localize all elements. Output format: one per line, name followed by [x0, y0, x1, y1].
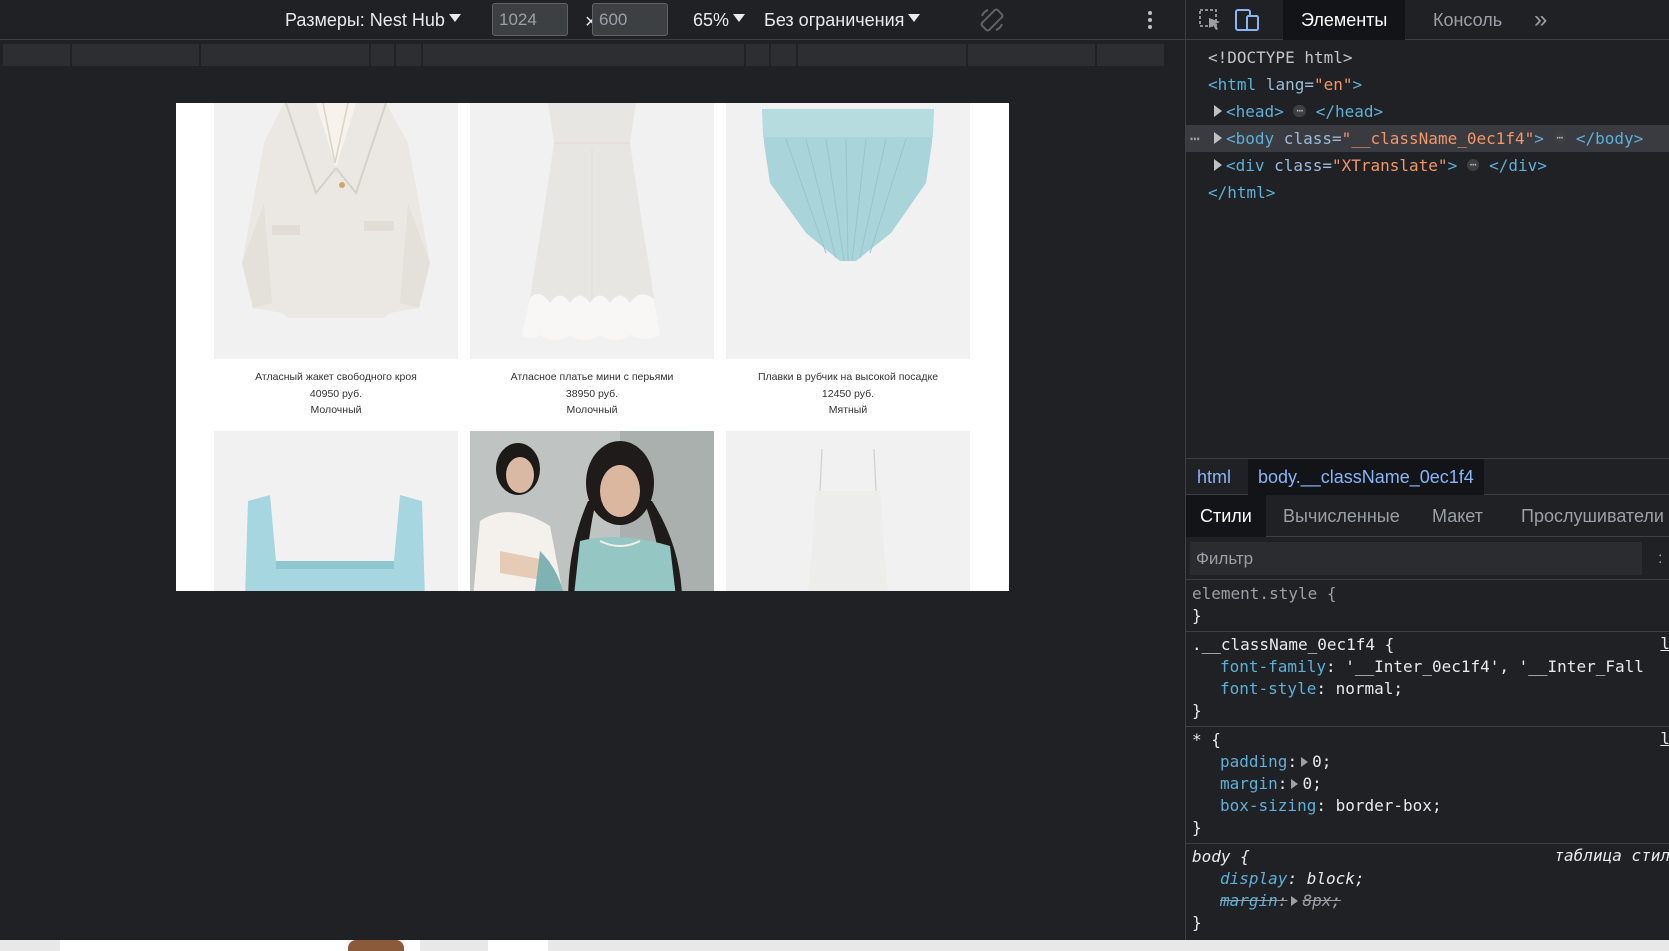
device-select[interactable]: Размеры: Nest Hub [285, 0, 461, 40]
expand-shorthand-icon[interactable] [1301, 756, 1309, 767]
zoom-select[interactable]: 65% [693, 0, 746, 40]
product-price: 12450 руб. [821, 387, 875, 400]
chevron-down-icon [908, 14, 921, 23]
product-image-dress[interactable] [470, 103, 714, 359]
collapsed-content-icon[interactable]: ⋯ [1466, 158, 1480, 171]
styles-tab-bar: Стили Вычисленные Макет Прослушиватели [1186, 495, 1669, 537]
style-property[interactable]: font-family: '__Inter_0ec1f4', '__Inter_… [1192, 656, 1669, 678]
style-property[interactable]: margin: 0; [1192, 773, 1669, 795]
tab-styles[interactable]: Стили [1186, 495, 1266, 537]
expand-shorthand-icon[interactable] [1291, 778, 1299, 789]
style-rule-body[interactable]: таблица стил body { display: block; marg… [1186, 844, 1669, 938]
device-select-label: Размеры: Nest Hub [285, 10, 445, 30]
tab-elements[interactable]: Элементы [1283, 0, 1406, 40]
node-actions-icon[interactable]: ⋯ [1190, 125, 1200, 152]
devtools-tab-bar: Элементы Консоль » [1186, 0, 1669, 40]
throttle-select[interactable]: Без ограничения [764, 0, 921, 40]
product-image-jacket[interactable] [214, 103, 458, 359]
more-tabs-icon[interactable]: » [1534, 0, 1547, 40]
zoom-label: 65% [693, 10, 730, 30]
product-color: Мятный [828, 404, 868, 416]
tab-console[interactable]: Консоль [1433, 0, 1502, 40]
device-toggle-icon[interactable] [1234, 8, 1260, 32]
styles-filter-row: Фильтр : [1186, 538, 1669, 580]
stylesheet-link[interactable]: l [1660, 634, 1669, 653]
style-property[interactable]: box-sizing: border-box; [1192, 795, 1669, 817]
product-image-photo[interactable] [470, 431, 714, 591]
product-image-top[interactable] [214, 431, 458, 591]
collapsed-content-icon[interactable]: ⋯ [1293, 104, 1307, 117]
style-property[interactable]: padding: 0; [1192, 751, 1669, 773]
breadcrumb-html[interactable]: html [1187, 459, 1241, 495]
style-rule-element[interactable]: element.style { } [1186, 581, 1669, 632]
product-price: 40950 руб. [309, 387, 363, 400]
inspect-element-icon[interactable] [1198, 8, 1224, 32]
dom-node-doctype[interactable]: <!DOCTYPE html> [1186, 44, 1669, 71]
product-name[interactable]: Атласное платье мини с перьями [470, 369, 714, 386]
media-query-bar[interactable] [3, 44, 1180, 66]
breadcrumb-body[interactable]: body.__className_0ec1f4 [1248, 459, 1484, 495]
pseudo-state-toggle[interactable]: : [1658, 538, 1662, 580]
product-card[interactable]: Атласный жакет свободного кроя 40950 руб… [214, 103, 458, 419]
tab-event-listeners[interactable]: Прослушиватели [1521, 495, 1664, 537]
user-agent-stylesheet-label: таблица стил [1554, 846, 1669, 865]
product-card[interactable] [214, 431, 458, 591]
stylesheet-link[interactable]: l [1660, 729, 1669, 748]
expand-arrow-icon[interactable] [1214, 158, 1222, 171]
chevron-down-icon [448, 14, 461, 23]
style-property[interactable]: font-style: normal; [1192, 678, 1669, 700]
expand-arrow-icon[interactable] [1214, 131, 1222, 144]
product-card[interactable]: Атласное платье мини с перьями 38950 руб… [470, 103, 714, 419]
dom-node-head[interactable]: <head> ⋯ </head> [1186, 98, 1669, 125]
styles-filter-input[interactable]: Фильтр [1190, 542, 1642, 575]
styles-pane: element.style { } l .__className_0ec1f4 … [1186, 581, 1669, 940]
emulated-page: Атласный жакет свободного кроя 40950 руб… [176, 103, 1009, 591]
style-property[interactable]: display: block; [1192, 868, 1669, 890]
expand-shorthand-icon[interactable] [1291, 895, 1299, 906]
product-color: Молочный [310, 404, 362, 416]
tab-layout[interactable]: Макет [1432, 495, 1483, 537]
style-rule-universal[interactable]: l * { padding: 0; margin: 0; box-sizing: b… [1186, 727, 1669, 844]
product-card[interactable]: Плавки в рубчик на высокой посадке 12450… [726, 103, 970, 419]
product-price: 38950 руб. [565, 387, 619, 400]
width-input[interactable]: 1024 [492, 3, 568, 36]
device-toolbar: Размеры: Nest Hub 1024 × 600 65% Без огр… [0, 0, 1185, 40]
rotate-icon[interactable] [978, 6, 1006, 34]
style-property-overridden[interactable]: margin: 8px; [1192, 890, 1669, 912]
collapsed-content-icon[interactable]: ⋯ [1553, 131, 1567, 144]
device-emulation-area: Размеры: Nest Hub 1024 × 600 65% Без огр… [0, 0, 1185, 940]
product-name[interactable]: Плавки в рубчик на высокой посадке [726, 369, 970, 386]
dom-tree: <!DOCTYPE html> <html lang="en"> <head> … [1186, 42, 1669, 457]
product-card[interactable] [726, 431, 970, 591]
product-image-briefs[interactable] [726, 103, 970, 359]
throttle-label: Без ограничения [764, 10, 905, 30]
tab-computed[interactable]: Вычисленные [1283, 495, 1400, 537]
os-taskbar [0, 940, 1669, 951]
product-name[interactable]: Атласный жакет свободного кроя [214, 369, 458, 386]
height-input[interactable]: 600 [592, 3, 668, 36]
dom-node-html-close[interactable]: </html> [1186, 179, 1669, 206]
dom-node-div[interactable]: <div class="XTranslate"> ⋯ </div> [1186, 152, 1669, 179]
product-color: Молочный [566, 404, 618, 416]
chevron-down-icon [733, 14, 746, 23]
product-image-slipdress[interactable] [726, 431, 970, 591]
style-rule-classname[interactable]: l .__className_0ec1f4 { font-family: '__… [1186, 632, 1669, 727]
expand-arrow-icon[interactable] [1214, 104, 1222, 117]
product-card[interactable] [470, 431, 714, 591]
dom-node-body[interactable]: ⋯ <body class="__className_0ec1f4"> ⋯ </b… [1186, 125, 1669, 152]
devtools-panel: Элементы Консоль » <!DOCTYPE html> <html… [1185, 0, 1669, 940]
more-options-icon[interactable] [1146, 9, 1154, 31]
dom-node-html[interactable]: <html lang="en"> [1186, 71, 1669, 98]
breadcrumb: html body.__className_0ec1f4 [1186, 458, 1669, 495]
